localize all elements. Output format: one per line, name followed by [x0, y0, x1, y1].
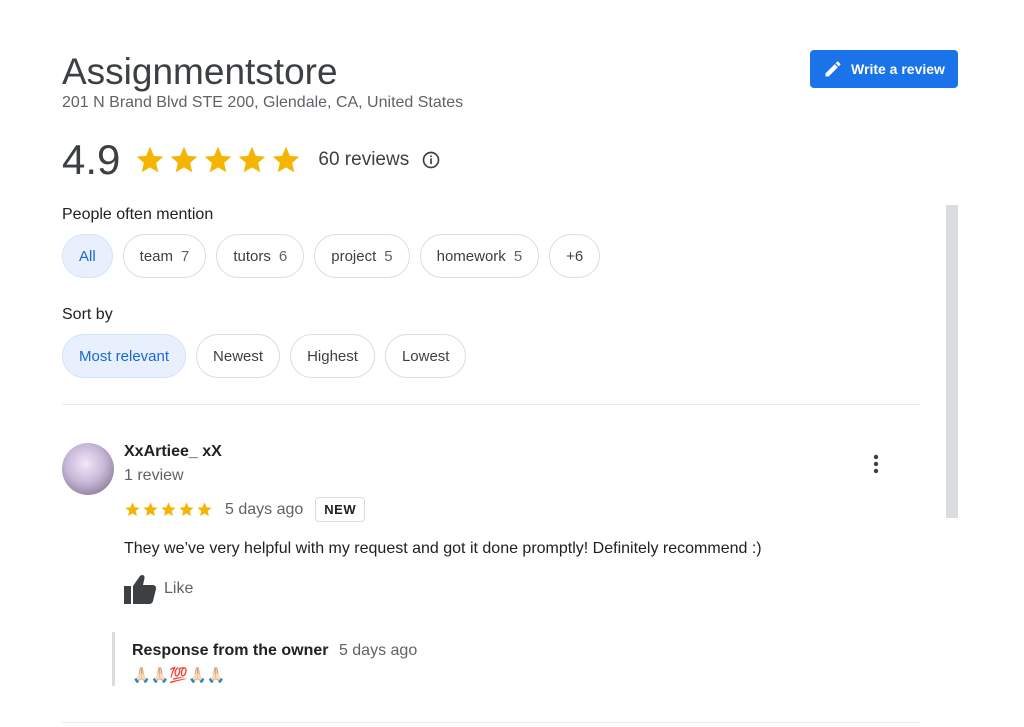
star-icon	[273, 146, 300, 173]
sort-option[interactable]: Highest	[290, 334, 375, 378]
rating-summary: 4.9 60 reviews	[62, 136, 441, 184]
star-icon	[197, 502, 212, 517]
sort-option[interactable]: Lowest	[384, 334, 467, 378]
reviews-panel: Assignmentstore 201 N Brand Blvd STE 200…	[0, 0, 1024, 727]
mentions-label: People often mention	[62, 206, 214, 223]
star-icon	[239, 146, 266, 173]
write-review-label: Write a review	[851, 61, 945, 77]
review-rating-row: 5 days ago NEW	[124, 497, 366, 522]
mention-chip-count: 5	[384, 247, 393, 265]
business-name: Assignmentstore	[62, 51, 338, 92]
like-label: Like	[164, 580, 194, 597]
reviews-count: 60 reviews	[318, 149, 410, 170]
write-review-button[interactable]: Write a review	[810, 50, 958, 88]
owner-response-title: Response from the owner	[132, 642, 329, 659]
owner-response: Response from the owner 5 days ago 🙏🏻🙏🏻💯…	[112, 632, 632, 686]
mention-chips: All team 7 tutors 6 project 5 homework 5 +6	[62, 234, 601, 278]
review-date: 5 days ago	[225, 500, 304, 518]
mention-chip-count: 5	[513, 247, 523, 265]
mention-chip-label: project	[331, 247, 377, 265]
sort-options: Most relevant Newest Highest Lowest	[62, 334, 467, 378]
info-icon[interactable]	[421, 150, 441, 170]
mention-chip[interactable]: +6	[549, 234, 601, 278]
sort-option[interactable]: Most relevant	[62, 334, 187, 378]
mention-chip[interactable]: project 5	[314, 234, 410, 278]
scrollbar[interactable]	[946, 205, 958, 518]
more-vert-icon[interactable]	[868, 452, 884, 476]
star-icon	[161, 502, 176, 517]
reviewer-name[interactable]: XxArtiee_ xX	[124, 443, 222, 461]
sort-option[interactable]: Newest	[196, 334, 281, 378]
avatar[interactable]	[62, 443, 114, 495]
like-button[interactable]: Like	[124, 574, 193, 604]
mention-chip-label: homework	[436, 247, 506, 265]
review-text: They we’ve very helpful with my request …	[124, 540, 762, 557]
star-icon	[179, 502, 194, 517]
mention-chip[interactable]: homework 5	[419, 234, 540, 278]
mention-chip[interactable]: tutors 6	[216, 234, 305, 278]
mention-chip-label: All	[79, 247, 96, 265]
divider	[62, 404, 920, 405]
review-stars	[124, 501, 213, 518]
mention-chip-count: 7	[181, 247, 190, 265]
mention-chip-label: team	[139, 247, 174, 265]
owner-response-date: 5 days ago	[338, 642, 418, 659]
business-address: 201 N Brand Blvd STE 200, Glendale, CA, …	[62, 94, 464, 111]
mention-chip-label: +6	[566, 247, 584, 265]
divider	[62, 722, 920, 723]
thumbs-up-icon	[124, 574, 156, 604]
mention-chip-count: 6	[278, 247, 288, 265]
rating-value: 4.9	[62, 136, 121, 183]
star-icon	[205, 146, 232, 173]
mention-chip[interactable]: team 7	[122, 234, 207, 278]
star-icon	[137, 146, 164, 173]
rating-stars	[134, 144, 302, 176]
new-badge: NEW	[315, 497, 366, 522]
star-icon	[143, 502, 158, 517]
reviewer-review-count: 1 review	[124, 467, 184, 484]
mention-chip-label: tutors	[233, 247, 271, 265]
sort-label: Sort by	[62, 306, 113, 323]
star-icon	[125, 502, 140, 517]
star-icon	[171, 146, 198, 173]
mention-chip[interactable]: All	[62, 234, 113, 278]
owner-response-text: 🙏🏻🙏🏻💯🙏🏻🙏🏻	[132, 666, 226, 684]
pencil-icon	[825, 61, 841, 77]
